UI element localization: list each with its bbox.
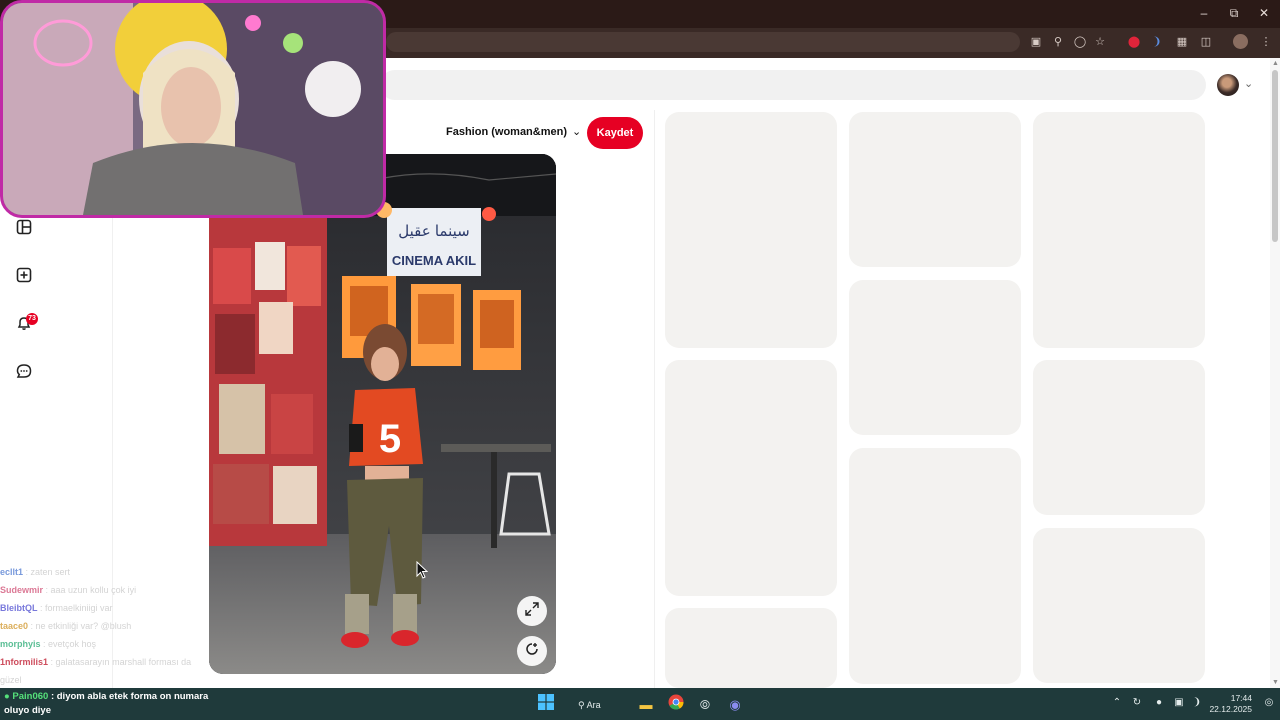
tray-chevron-icon[interactable]: ⌃ xyxy=(1110,697,1124,708)
stream-notification: ● Pain060 : diyom abla etek forma on num… xyxy=(4,690,240,718)
profile-icon[interactable] xyxy=(1233,34,1248,49)
search-icon: ⚲ xyxy=(578,700,587,710)
expand-icon[interactable] xyxy=(517,596,547,626)
notification-message: : diyom abla etek forma on numara xyxy=(50,691,209,702)
address-bar[interactable] xyxy=(386,32,1020,52)
chrome-icon[interactable] xyxy=(665,694,687,716)
loading-pin-placeholder xyxy=(849,112,1021,267)
taskbar-search[interactable]: ⚲ Ara xyxy=(578,694,626,716)
restore-icon[interactable]: ⧉ xyxy=(1224,6,1244,21)
network-icon[interactable]: ▣ xyxy=(1172,697,1186,708)
record-icon[interactable]: ⬤ xyxy=(1126,35,1142,49)
file-explorer-icon[interactable]: ▬ xyxy=(635,694,657,716)
chat-message-wrap: güzel xyxy=(0,675,22,685)
audio-icon[interactable]: ❩ xyxy=(1149,35,1165,49)
loading-pin-placeholder xyxy=(665,608,837,688)
chat-message: BleibtQL : formaelkiniigi var xyxy=(0,603,113,613)
scroll-up-arrow-icon[interactable]: ▲ xyxy=(1272,60,1279,67)
notification-user: Pain060 xyxy=(12,691,49,702)
notification-message-line2: oluyo diye xyxy=(4,705,51,716)
clock-date: 22.12.2025 xyxy=(1209,704,1252,714)
loading-pin-placeholder xyxy=(1033,112,1205,348)
jersey-number: 5 xyxy=(379,417,401,461)
obs-icon[interactable]: ⦾ xyxy=(694,694,716,716)
cinema-sign-latin: CINEMA AKIL xyxy=(392,253,476,268)
notification-badge: 73 xyxy=(26,313,38,325)
search-bar[interactable] xyxy=(380,70,1206,100)
discord-icon[interactable]: ◉ xyxy=(724,694,746,716)
screen-cast-icon[interactable]: ▣ xyxy=(1028,35,1044,49)
messages-icon[interactable] xyxy=(14,363,34,383)
loading-pin-placeholder xyxy=(1033,360,1205,515)
windows-start-icon[interactable] xyxy=(535,694,557,716)
boards-icon[interactable] xyxy=(14,219,34,239)
create-icon[interactable] xyxy=(14,267,34,287)
close-icon[interactable]: ✕ xyxy=(1254,6,1274,20)
save-button[interactable]: Kaydet xyxy=(587,117,643,149)
password-key-icon[interactable]: ⚲ xyxy=(1050,35,1066,49)
clock-time: 17:44 xyxy=(1230,693,1252,703)
loading-pin-placeholder xyxy=(1033,528,1205,683)
minimize-icon[interactable]: – xyxy=(1194,6,1214,20)
webcam-overlay xyxy=(0,0,386,218)
scrollbar-thumb[interactable] xyxy=(1272,70,1278,242)
taskbar-clock[interactable]: 17:44 22.12.2025 xyxy=(1206,693,1252,715)
chevron-down-icon: ⌄ xyxy=(572,126,582,138)
loading-pin-placeholder xyxy=(849,448,1021,684)
chat-message: Sudewmir : aaa uzun kollu çok iyi xyxy=(0,585,137,595)
mouse-cursor-icon xyxy=(416,560,429,584)
puzzle-extensions-icon[interactable]: ◫ xyxy=(1198,35,1214,49)
visual-search-icon[interactable] xyxy=(517,636,547,666)
volume-icon[interactable]: ❩ xyxy=(1190,697,1204,708)
pin-panel-divider xyxy=(654,110,655,688)
chevron-down-icon[interactable]: ⌄ xyxy=(1244,77,1253,90)
scroll-down-arrow-icon[interactable]: ▼ xyxy=(1272,679,1279,686)
loading-pin-placeholder xyxy=(849,280,1021,435)
pin-image[interactable]: سينما عقيل CINEMA AKIL 5 xyxy=(209,154,556,674)
cinema-sign-arabic: سينما عقيل xyxy=(398,223,469,240)
board-selector-label: Fashion (woman&men) xyxy=(446,126,568,138)
microphone-icon[interactable]: ● xyxy=(1152,697,1166,708)
chat-message: ecllt1 : zaten sert xyxy=(0,567,71,577)
star-bookmark-icon[interactable]: ☆ xyxy=(1092,35,1108,49)
chat-message: taace0 : ne etkinliği var? @blush xyxy=(0,621,132,631)
loading-pin-placeholder xyxy=(665,112,837,348)
notification-center-icon[interactable]: ◎ xyxy=(1262,697,1276,708)
chat-message: 1nformilis1 : galatasarayın marshall for… xyxy=(0,657,192,667)
chat-message: morphyis : evetçok hoş xyxy=(0,639,97,649)
kebab-menu-icon[interactable]: ⋮ xyxy=(1258,35,1274,49)
extension-badge-icon[interactable]: ▦ xyxy=(1174,35,1190,49)
avatar[interactable] xyxy=(1217,74,1239,96)
loading-pin-placeholder xyxy=(665,360,837,596)
sync-icon[interactable]: ↻ xyxy=(1130,697,1144,708)
eye-off-icon[interactable]: ◯ xyxy=(1072,35,1088,49)
board-selector[interactable]: Fashion (woman&men) ⌄ xyxy=(446,125,581,143)
stream-chat: ecllt1 : zaten sert Sudewmir : aaa uzun … xyxy=(0,563,216,687)
